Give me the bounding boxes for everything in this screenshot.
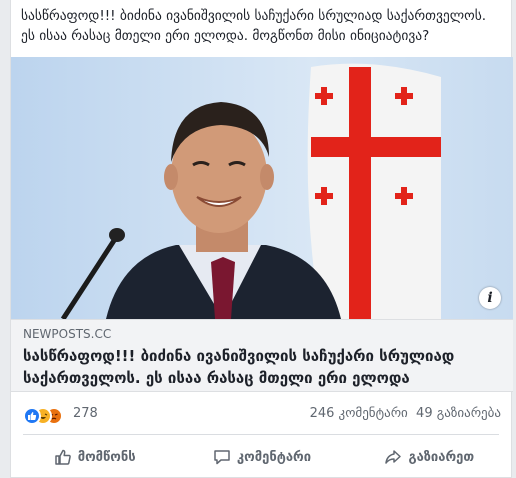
link-title[interactable]: სასწრაფოდ!!! ბიძინა ივანიშვილის საჩუქარი… <box>23 345 501 389</box>
georgian-flag <box>307 63 441 319</box>
post-card: სასწრაფოდ!!! ბიძინა ივანიშვილის საჩუქარი… <box>10 0 513 478</box>
link-domain: NEWPOSTS.CC <box>23 327 112 341</box>
info-icon[interactable]: i <box>479 287 501 309</box>
share-icon <box>385 450 402 464</box>
link-preview-image[interactable]: i <box>11 57 513 319</box>
comments-count[interactable]: 246 კომენტარი <box>310 406 408 421</box>
post-text: სასწრაფოდ!!! ბიძინა ივანიშვილის საჩუქარი… <box>21 8 487 44</box>
comment-icon <box>214 450 230 465</box>
like-button[interactable]: მომწონს <box>11 440 178 474</box>
thumbs-up-icon <box>54 449 71 465</box>
comment-label: კომენტარი <box>236 449 312 465</box>
reactions-summary[interactable] <box>23 404 63 425</box>
politician-photo <box>11 57 513 319</box>
link-preview[interactable]: NEWPOSTS.CC სასწრაფოდ!!! ბიძინა ივანიშვი… <box>11 319 513 392</box>
share-button[interactable]: გაზიარეთ <box>346 440 513 474</box>
comment-button[interactable]: კომენტარი <box>178 440 345 474</box>
like-reaction-icon <box>23 406 41 425</box>
divider <box>23 434 499 435</box>
post-actions: მომწონს კომენტარი გაზიარეთ <box>11 440 513 474</box>
share-label: გაზიარეთ <box>408 449 475 465</box>
comments-shares-counts: 246 კომენტარი 49 გაზიარება <box>310 402 501 426</box>
reactions-count[interactable]: 278 <box>73 402 98 426</box>
shares-count[interactable]: 49 გაზიარება <box>416 406 501 421</box>
post-stats: 278 246 კომენტარი 49 გაზიარება <box>11 402 513 426</box>
like-label: მომწონს <box>77 449 136 465</box>
